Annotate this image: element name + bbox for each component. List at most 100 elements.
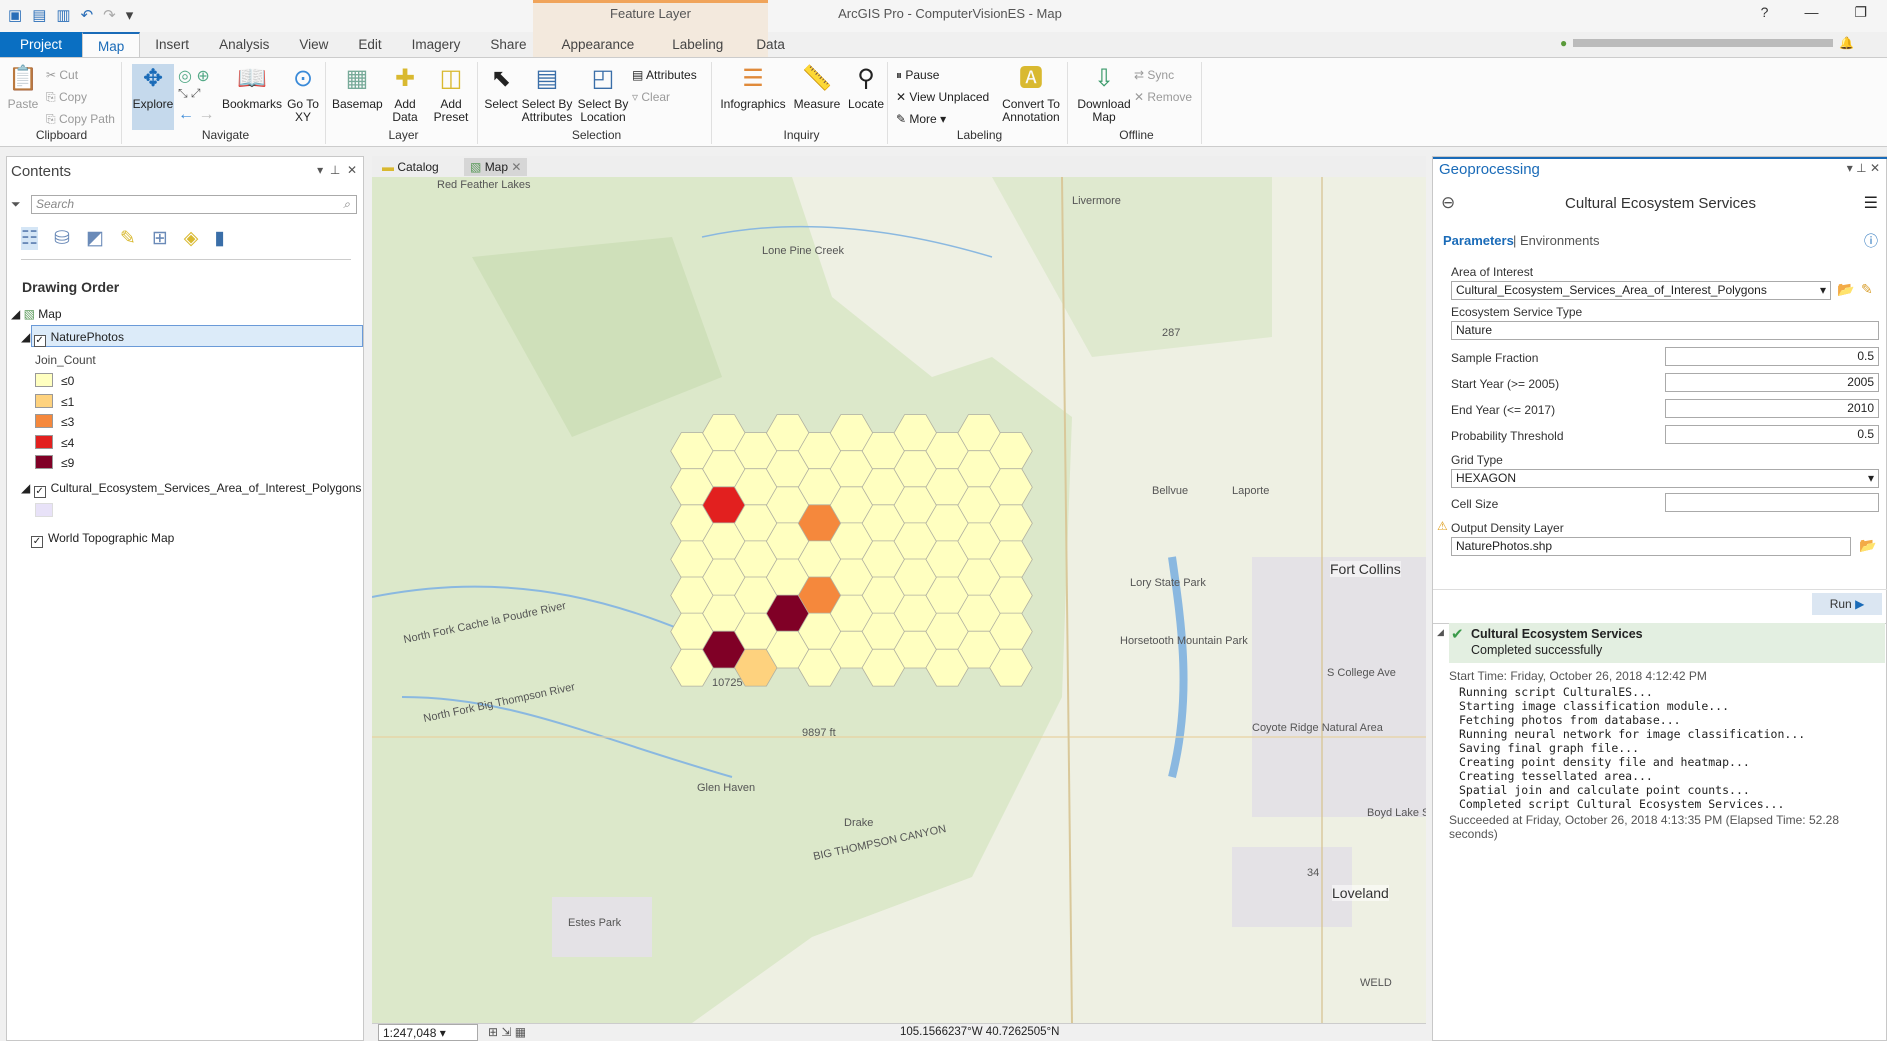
select-by-location-button[interactable]: ◰ Select By Location (576, 64, 630, 124)
convert-to-annotation-button[interactable]: 🅰 Convert To Annotation (998, 64, 1064, 124)
scale-selector[interactable]: 1:247,048 ▾ (378, 1024, 478, 1041)
view-unplaced-button[interactable]: ✕ View Unplaced (896, 90, 989, 104)
pause-labeling-button[interactable]: ⏸ Pause (896, 68, 939, 83)
open-project-icon[interactable]: ▤ (32, 6, 46, 24)
browse-folder-icon[interactable]: 📂 (1859, 537, 1876, 554)
browse-folder-icon[interactable]: 📂 (1837, 281, 1854, 298)
legend-swatch (35, 393, 53, 408)
end-year-input[interactable]: 2010 (1665, 399, 1879, 418)
labeling-icon[interactable]: ◈ (184, 227, 199, 250)
group-inquiry: ☰ Infographics 📏 Measure ⚲ Locate Inquiry (716, 62, 888, 144)
basemap-button[interactable]: ▦ Basemap (332, 64, 383, 111)
collapse-icon[interactable]: ◢ (1437, 627, 1444, 638)
tab-parameters[interactable]: Parameters (1443, 233, 1514, 248)
tree-item-map[interactable]: ◢ ▧ Map (11, 307, 62, 321)
copy-path-button[interactable]: ⎘ Copy Path (46, 112, 115, 127)
zoom-fixed-icon[interactable]: ⤡ ⤢ (178, 86, 201, 101)
visibility-checkbox[interactable]: ✓ (33, 335, 46, 347)
visibility-checkbox[interactable]: ✓ (33, 486, 46, 498)
grid-type-dropdown[interactable]: HEXAGON ▾ (1451, 469, 1879, 488)
tab-imagery[interactable]: Imagery (397, 32, 476, 57)
select-by-attributes-button[interactable]: ▤ Select By Attributes (520, 64, 574, 124)
full-extent-icon[interactable]: ◎ ⊕ (178, 66, 210, 86)
data-source-icon[interactable]: ⛁ (54, 227, 70, 250)
tab-analysis[interactable]: Analysis (204, 32, 284, 57)
sync-button[interactable]: ⇄ Sync (1134, 68, 1174, 82)
ecosystem-service-type-input[interactable]: Nature (1451, 321, 1879, 340)
pane-controls[interactable]: ▾ ⊥ ✕ (317, 163, 357, 177)
edit-pencil-icon[interactable]: ✎ (1861, 281, 1873, 298)
tab-insert[interactable]: Insert (140, 32, 204, 57)
infographics-icon: ☰ (742, 65, 764, 92)
select-icon: ⬉ (490, 65, 512, 92)
legend-label: ≤1 (61, 394, 75, 409)
explore-button[interactable]: ✥ Explore (132, 64, 174, 130)
close-tab-icon[interactable]: ✕ (511, 160, 521, 174)
tab-share[interactable]: Share (475, 32, 541, 57)
remove-button[interactable]: ✕ Remove (1134, 90, 1192, 104)
redo-icon[interactable]: ↷ (103, 6, 116, 24)
more-labeling-button[interactable]: ✎ More ▾ (896, 112, 946, 126)
search-input[interactable]: Search ⌕ (31, 195, 357, 214)
sample-fraction-input[interactable]: 0.5 (1665, 347, 1879, 366)
cell-size-input[interactable] (1665, 493, 1879, 512)
start-year-input[interactable]: 2005 (1665, 373, 1879, 392)
restore-button[interactable]: ❐ (1854, 4, 1867, 21)
attributes-button[interactable]: ▤ Attributes (632, 68, 697, 82)
drawing-order-icon[interactable]: ☷ (21, 227, 39, 250)
map-view[interactable]: Red Feather Lakes Livermore Lone Pine Cree… (372, 177, 1426, 1023)
help-icon[interactable]: ⓘ (1864, 231, 1878, 251)
select-button[interactable]: ⬉ Select (484, 64, 518, 111)
undo-icon[interactable]: ↶ (81, 6, 94, 24)
infographics-button[interactable]: ☰ Infographics (718, 64, 788, 111)
tab-labeling[interactable]: Labeling (654, 32, 741, 57)
legend-field: Join_Count (35, 353, 96, 367)
run-button[interactable]: Run ▶ (1812, 593, 1882, 615)
pane-controls[interactable]: ▾ ⊥ ✕ (1847, 161, 1880, 175)
tab-project[interactable]: Project (0, 32, 83, 57)
tab-data[interactable]: Data (741, 32, 800, 57)
tab-edit[interactable]: Edit (343, 32, 396, 57)
notification-icon[interactable]: 🔔 (1839, 36, 1854, 50)
copy-button[interactable]: ⎘ Copy (46, 90, 87, 105)
snapping-icon[interactable]: ⊞ (152, 227, 168, 250)
tab-map[interactable]: Map (82, 32, 141, 57)
layer-aoi-polygons[interactable]: ◢ ✓ Cultural_Ecosystem_Services_Area_of_I… (21, 481, 361, 498)
locate-button[interactable]: ⚲ Locate (846, 64, 886, 111)
measure-button[interactable]: 📏 Measure (790, 64, 844, 111)
user-account[interactable]: ● 🔔 (1560, 36, 1854, 50)
tab-appearance[interactable]: Appearance (541, 32, 654, 57)
add-preset-button[interactable]: ◫ Add Preset (428, 64, 474, 124)
help-button[interactable]: ? (1761, 4, 1769, 21)
go-to-xy-button[interactable]: ⊙ Go To XY (284, 64, 322, 124)
download-map-button[interactable]: ⇩ Download Map (1076, 64, 1132, 124)
customize-icon[interactable]: ▾ (126, 6, 134, 24)
minimize-button[interactable]: — (1804, 4, 1818, 21)
new-project-icon[interactable]: ▣ (8, 6, 22, 24)
hexagon-density-layer[interactable] (372, 177, 1426, 1023)
output-density-layer-input[interactable]: NaturePhotos.shp (1451, 537, 1851, 556)
charts-icon[interactable]: ▮ (214, 227, 224, 250)
editing-icon[interactable]: ✎ (120, 227, 136, 250)
clear-button[interactable]: ▿ Clear (632, 90, 670, 104)
layer-world-topo[interactable]: ✓ World Topographic Map (31, 531, 174, 548)
tab-view[interactable]: View (284, 32, 343, 57)
tab-catalog[interactable]: ▬ Catalog (376, 158, 445, 176)
annotation-icon: 🅰 (1019, 65, 1043, 92)
probability-threshold-input[interactable]: 0.5 (1665, 425, 1879, 444)
aoi-dropdown[interactable]: Cultural_Ecosystem_Services_Area_of_Inte… (1451, 281, 1831, 300)
previous-next-extent-icon[interactable]: ← → (178, 106, 214, 124)
save-icon[interactable]: ▥ (56, 6, 70, 24)
paste-button[interactable]: 📋 Paste (4, 64, 42, 111)
selection-icon[interactable]: ◩ (86, 227, 104, 250)
visibility-checkbox[interactable]: ✓ (31, 536, 43, 548)
tab-map-view[interactable]: ▧ Map ✕ (464, 158, 528, 176)
menu-icon[interactable]: ☰ (1864, 193, 1878, 213)
tab-environments[interactable]: | Environments (1513, 233, 1599, 248)
layer-naturephotos[interactable]: ◢ ✓ NaturePhotos (21, 330, 124, 347)
filter-icon[interactable]: ⏷ (11, 197, 21, 212)
status-tools-icons[interactable]: ⊞ ⇲ ▦ (488, 1025, 526, 1039)
add-data-button[interactable]: ✚ Add Data (384, 64, 426, 124)
bookmarks-button[interactable]: 📖 Bookmarks (222, 64, 282, 111)
cut-button[interactable]: ✂ Cut (46, 68, 78, 82)
